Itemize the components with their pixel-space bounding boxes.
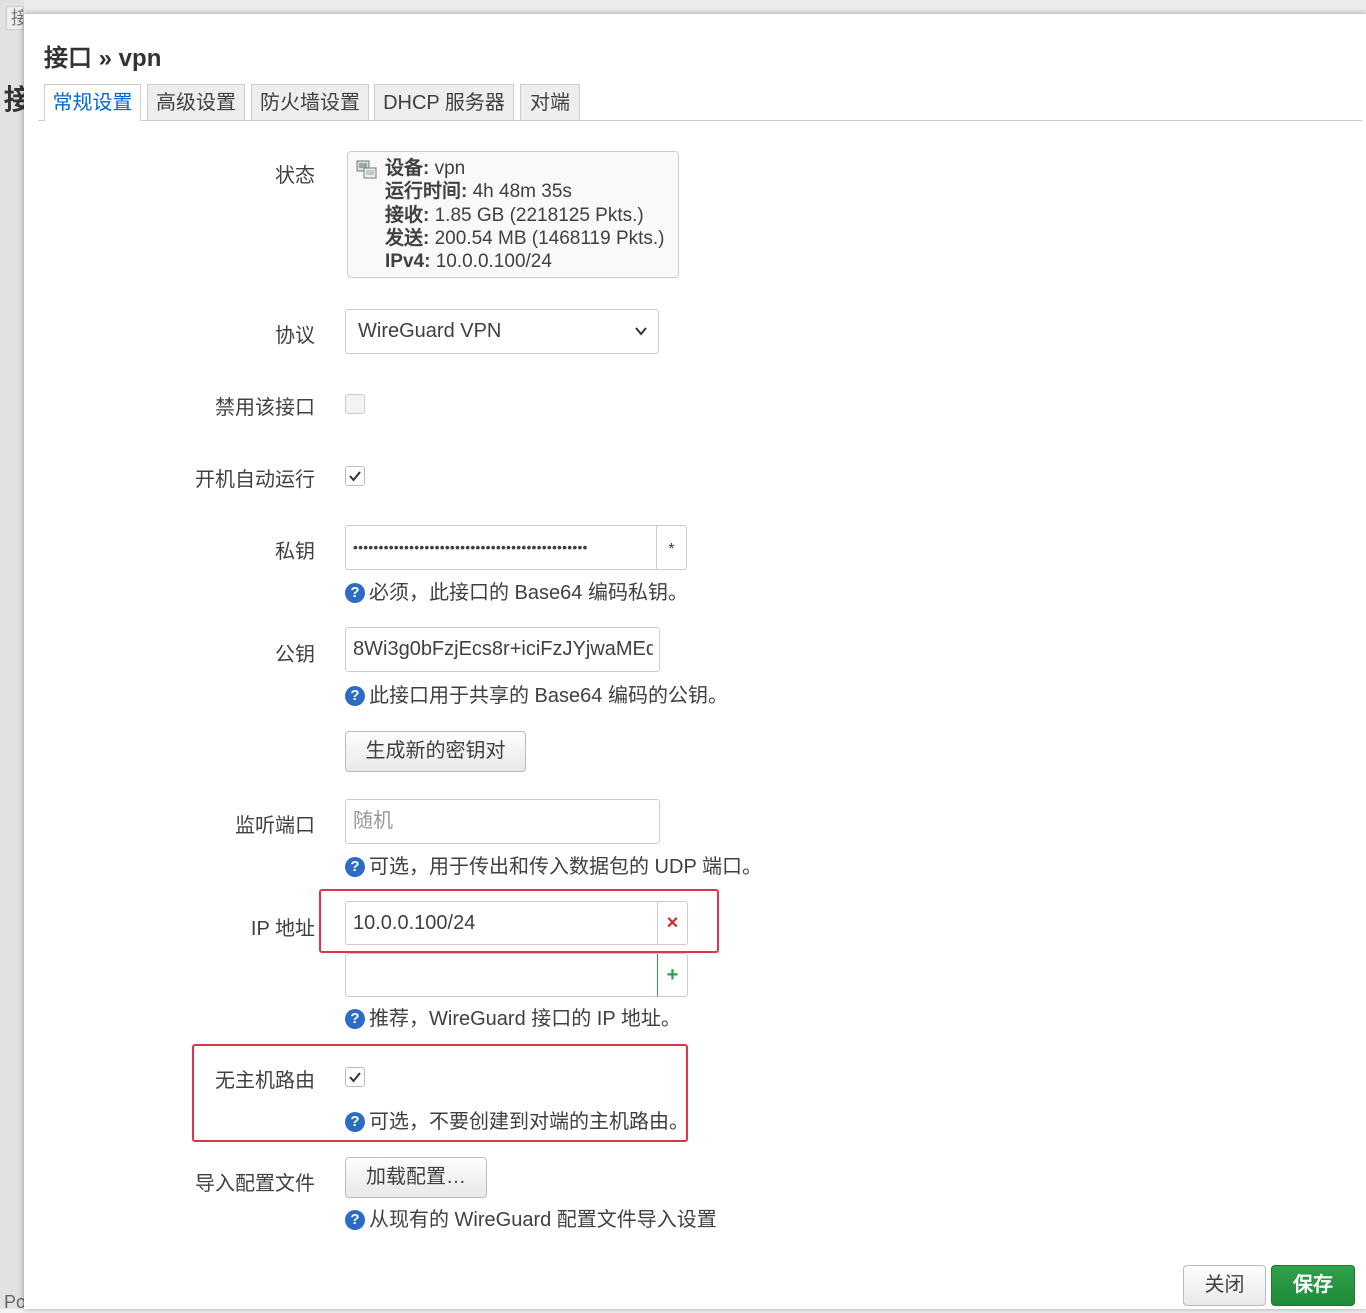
private-key-field[interactable]: ••••••••••••••••••••••••••••••••••••••••…	[345, 525, 687, 570]
help-icon: ?	[345, 857, 365, 877]
no-host-route-help-text: 可选，不要创建到对端的主机路由。	[369, 1111, 689, 1133]
add-ip-button[interactable]: +	[657, 954, 687, 996]
tab-firewall[interactable]: 防火墙设置	[251, 84, 369, 120]
status-device-key: 设备:	[385, 158, 430, 179]
help-icon: ?	[345, 1009, 365, 1029]
status-box: 设备: vpn 运行时间: 4h 48m 35s 接收: 1.85 GB (22…	[347, 151, 679, 278]
status-ipv4-key: IPv4:	[385, 251, 431, 273]
autostart-label: 开机自动运行	[195, 469, 315, 491]
network-interface-icon	[356, 160, 377, 179]
public-key-label: 公钥	[275, 644, 315, 666]
listen-port-input[interactable]: 随机	[345, 799, 660, 844]
private-key-masked-value: ••••••••••••••••••••••••••••••••••••••••…	[353, 539, 588, 555]
status-device-value: vpn	[429, 158, 466, 179]
modal-title: 接口 » vpn	[44, 45, 162, 72]
listen-port-help-text: 可选，用于传出和传入数据包的 UDP 端口。	[369, 856, 762, 878]
no-host-route-help: ? 可选，不要创建到对端的主机路由。	[345, 1105, 689, 1134]
listen-port-label: 监听端口	[235, 815, 315, 837]
background-footer-text: Po	[4, 1292, 24, 1312]
public-key-field[interactable]: 8Wi3g0bFzjEcs8r+iciFzJYjwaMEd\	[345, 627, 660, 672]
tab-peers[interactable]: 对端	[520, 84, 580, 120]
help-icon: ?	[345, 686, 365, 706]
save-button[interactable]: 保存	[1271, 1265, 1355, 1306]
tab-bar: 常规设置 高级设置 防火墙设置 DHCP 服务器 对端	[38, 84, 1362, 121]
status-uptime-key: 运行时间:	[385, 181, 468, 203]
private-key-help: ? 必须，此接口的 Base64 编码私钥。	[345, 576, 688, 605]
status-rx-key: 接收:	[385, 204, 430, 226]
protocol-select[interactable]: WireGuard VPN	[345, 309, 659, 354]
disable-interface-checkbox[interactable]	[345, 394, 365, 414]
help-icon: ?	[345, 583, 365, 603]
background-heading: 接	[4, 84, 24, 115]
listen-port-placeholder: 随机	[353, 810, 393, 832]
ip-address-new-entry[interactable]: +	[345, 953, 688, 997]
tab-advanced[interactable]: 高级设置	[147, 84, 245, 120]
tab-general[interactable]: 常规设置	[44, 84, 141, 121]
help-icon: ?	[345, 1210, 365, 1230]
ip-address-label: IP 地址	[250, 918, 315, 940]
autostart-checkbox[interactable]	[345, 466, 365, 486]
status-tx-key: 发送:	[385, 227, 430, 249]
import-config-label: 导入配置文件	[195, 1173, 315, 1195]
ip-address-help: ? 推荐，WireGuard 接口的 IP 地址。	[345, 1002, 681, 1031]
private-key-help-text: 必须，此接口的 Base64 编码私钥。	[369, 582, 688, 604]
status-label: 状态	[275, 165, 315, 187]
chevron-down-icon	[635, 327, 647, 336]
checkmark-icon	[349, 1072, 361, 1083]
status-uptime-value: 4h 48m 35s	[467, 181, 572, 203]
public-key-value: 8Wi3g0bFzjEcs8r+iciFzJYjwaMEd\	[353, 638, 653, 660]
ip-address-entry[interactable]: 10.0.0.100/24 ×	[345, 901, 688, 945]
protocol-label: 协议	[275, 325, 315, 347]
remove-ip-button[interactable]: ×	[657, 902, 687, 944]
background-sidebar	[0, 0, 24, 1309]
status-rx-value: 1.85 GB (2218125 Pkts.)	[429, 204, 644, 226]
reveal-key-button[interactable]: *	[656, 526, 686, 569]
close-button[interactable]: 关闭	[1183, 1265, 1266, 1306]
load-config-button[interactable]: 加载配置…	[345, 1157, 487, 1198]
help-icon: ?	[345, 1112, 365, 1132]
ip-address-value: 10.0.0.100/24	[353, 912, 476, 934]
status-tx-value: 200.54 MB (1468119 Pkts.)	[429, 227, 665, 249]
disable-interface-label: 禁用该接口	[215, 397, 315, 419]
public-key-help: ? 此接口用于共享的 Base64 编码的公钥。	[345, 679, 728, 708]
private-key-label: 私钥	[275, 541, 315, 563]
import-config-help-text: 从现有的 WireGuard 配置文件导入设置	[369, 1209, 717, 1231]
tab-dhcp-server[interactable]: DHCP 服务器	[374, 84, 514, 120]
public-key-help-text: 此接口用于共享的 Base64 编码的公钥。	[369, 685, 728, 707]
ip-address-help-text: 推荐，WireGuard 接口的 IP 地址。	[369, 1008, 681, 1030]
interface-edit-modal: 接口 » vpn 常规设置 高级设置 防火墙设置 DHCP 服务器 对端 状态 …	[24, 14, 1366, 1309]
status-ipv4-value: 10.0.0.100/24	[430, 251, 552, 273]
import-config-help: ? 从现有的 WireGuard 配置文件导入设置	[345, 1203, 717, 1232]
no-host-route-label: 无主机路由	[215, 1070, 315, 1092]
no-host-route-checkbox[interactable]	[345, 1067, 365, 1087]
background-tab: 接	[6, 6, 24, 30]
generate-keypair-button[interactable]: 生成新的密钥对	[345, 731, 526, 772]
checkmark-icon	[349, 471, 361, 482]
listen-port-help: ? 可选，用于传出和传入数据包的 UDP 端口。	[345, 850, 762, 879]
protocol-selected-value: WireGuard VPN	[358, 320, 502, 342]
